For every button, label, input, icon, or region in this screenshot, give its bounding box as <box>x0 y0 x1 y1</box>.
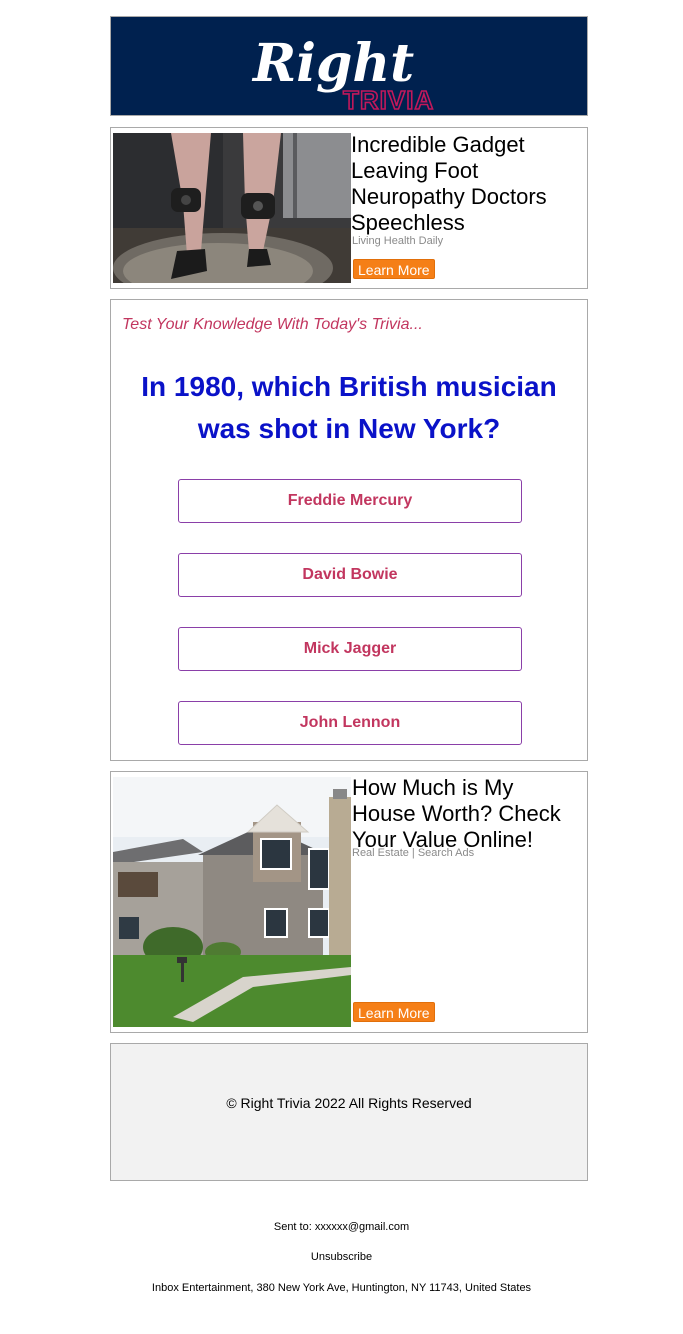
unsubscribe-link[interactable]: Unsubscribe <box>0 1251 683 1263</box>
copyright-text: © Right Trivia 2022 All Rights Reserved <box>226 1095 472 1111</box>
recipient-email: xxxxxx@gmail.com <box>314 1221 410 1233</box>
ad-title[interactable]: Incredible Gadget Leaving Foot Neuropath… <box>351 132 583 236</box>
ad-image-house[interactable] <box>113 777 351 1027</box>
ad-title[interactable]: How Much is My House Worth? Check Your V… <box>352 775 583 853</box>
trivia-intro-text: Test Your Knowledge With Today's Trivia.… <box>122 316 423 333</box>
ad-neuropathy[interactable]: Incredible Gadget Leaving Foot Neuropath… <box>110 127 588 289</box>
trivia-question: In 1980, which British musician was shot… <box>141 371 557 444</box>
answer-button-2[interactable]: David Bowie <box>178 553 522 597</box>
learn-more-button[interactable]: Learn More <box>353 259 435 279</box>
header-banner: Right TRIVIA <box>110 16 588 116</box>
answer-button-1[interactable]: Freddie Mercury <box>178 479 522 523</box>
ad-house-value[interactable]: How Much is My House Worth? Check Your V… <box>110 771 588 1033</box>
svg-text:TRIVIA: TRIVIA <box>343 85 434 111</box>
ad-image-legs-gadget[interactable] <box>113 133 351 283</box>
ad-source: Real Estate | Search Ads <box>352 847 475 859</box>
learn-more-button[interactable]: Learn More <box>353 1002 435 1022</box>
footer-box: © Right Trivia 2022 All Rights Reserved <box>110 1043 588 1181</box>
right-trivia-logo: Right TRIVIA <box>251 33 434 111</box>
answer-button-4[interactable]: John Lennon <box>178 701 522 745</box>
sent-to-label: Sent to: <box>273 1221 312 1233</box>
answer-button-3[interactable]: Mick Jagger <box>178 627 522 671</box>
trivia-card: Test Your Knowledge With Today's Trivia.… <box>110 299 588 761</box>
ad-source: Living Health Daily <box>352 235 444 247</box>
company-address: Inbox Entertainment, 380 New York Ave, H… <box>151 1282 532 1294</box>
sent-to-line: Sent to: xxxxxx@gmail.com <box>0 1221 683 1233</box>
